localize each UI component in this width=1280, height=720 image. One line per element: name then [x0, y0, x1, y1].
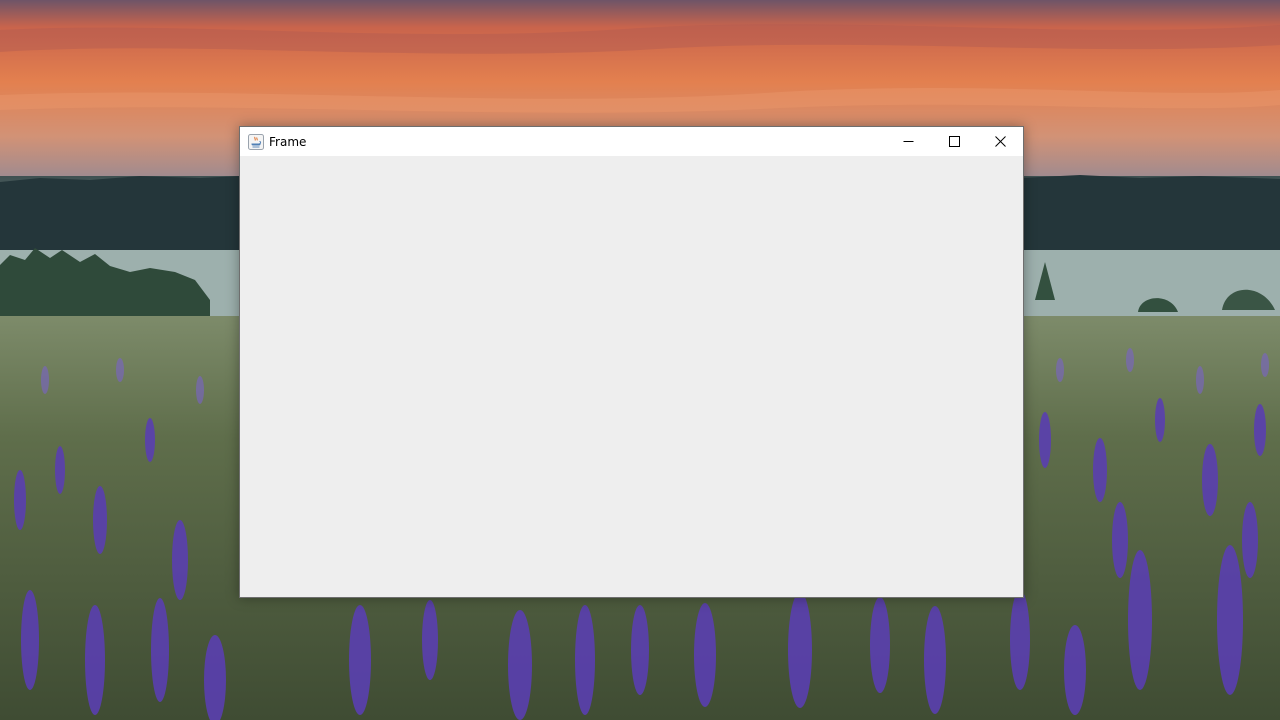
desktop: Frame — [0, 0, 1280, 720]
maximize-button[interactable] — [931, 127, 977, 156]
window-controls — [885, 127, 1023, 156]
close-icon — [994, 136, 1006, 147]
java-icon — [248, 133, 264, 150]
title-bar[interactable]: Frame — [240, 127, 1023, 156]
maximize-icon — [948, 136, 960, 147]
minimize-icon — [903, 136, 914, 147]
minimize-button[interactable] — [885, 127, 931, 156]
app-window[interactable]: Frame — [239, 126, 1024, 598]
window-content-pane — [240, 156, 1023, 597]
close-button[interactable] — [977, 127, 1023, 156]
window-title: Frame — [269, 134, 307, 149]
